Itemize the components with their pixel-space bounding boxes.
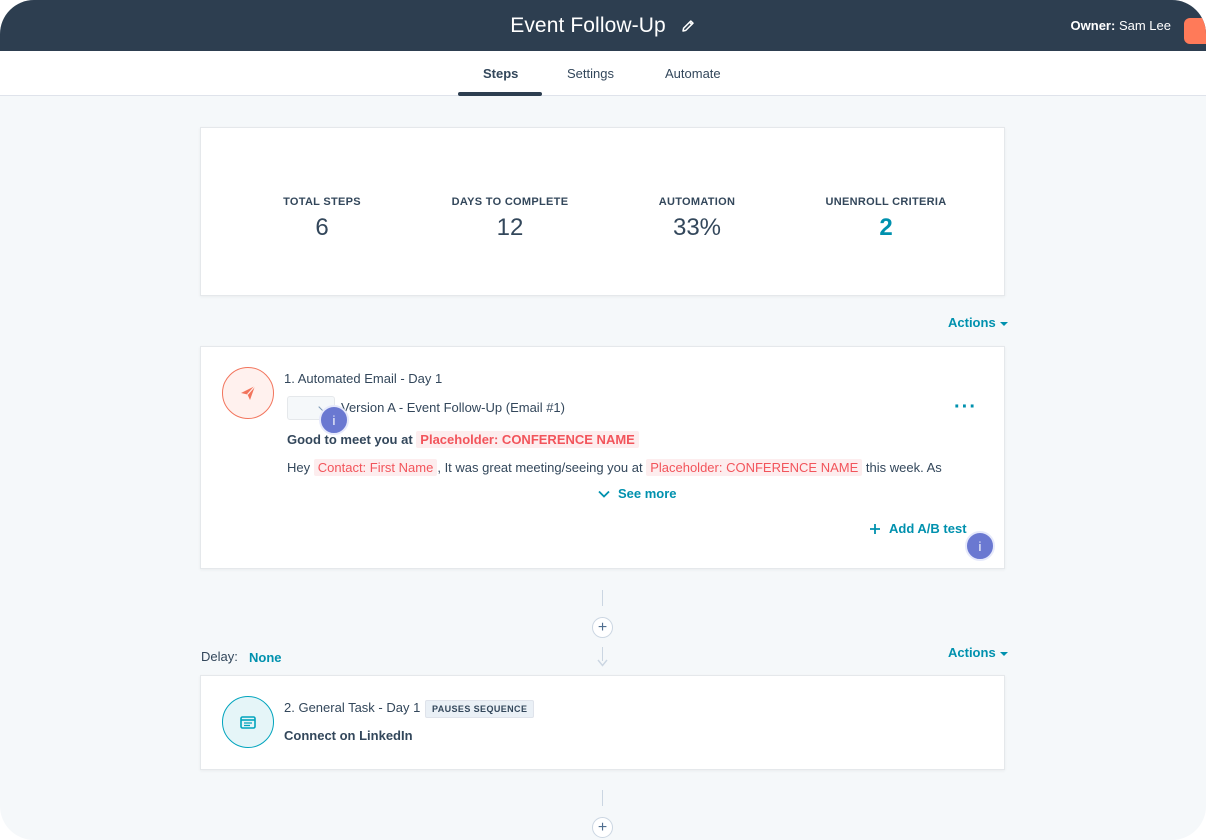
stat-label: DAYS TO COMPLETE — [451, 196, 569, 208]
stat-value[interactable]: 2 — [801, 214, 971, 242]
add-step-button[interactable]: + — [592, 817, 613, 838]
see-more-label: See more — [618, 486, 677, 501]
body-text: , It was great meeting/seeing you at — [437, 460, 643, 475]
stat-label: UNENROLL CRITERIA — [825, 196, 947, 208]
actions-label: Actions — [948, 645, 996, 660]
tab-automate[interactable]: Automate — [665, 66, 721, 81]
add-step-button[interactable]: + — [592, 617, 613, 638]
more-options-icon[interactable]: ··· — [954, 397, 977, 417]
step-card-task: 2. General Task - Day 1 PAUSES SEQUENCE … — [200, 675, 1005, 770]
delay-label: Delay: — [201, 649, 238, 664]
task-name: Connect on LinkedIn — [284, 728, 413, 743]
subject-text: Good to meet you at — [287, 432, 413, 447]
tab-steps[interactable]: Steps — [483, 66, 518, 81]
info-icon[interactable]: i — [965, 531, 995, 561]
top-header: Event Follow-Up Owner: Sam Lee — [0, 0, 1206, 51]
email-body-preview: Hey Contact: First Name, It was great me… — [287, 459, 942, 476]
stat-value: 12 — [496, 214, 524, 241]
ab-test-label: Add A/B test — [889, 521, 967, 536]
caret-down-icon — [999, 651, 1008, 656]
app-frame: Event Follow-Up Owner: Sam Lee Steps Set… — [0, 0, 1206, 840]
email-subject: Good to meet you at Placeholder: CONFERE… — [287, 431, 639, 448]
stat-value: 33% — [672, 214, 722, 241]
paper-plane-icon — [241, 385, 256, 400]
version-name[interactable]: Version A - Event Follow-Up (Email #1) — [341, 400, 565, 415]
owner-label: Owner: — [1070, 18, 1116, 33]
actions-label: Actions — [948, 315, 996, 330]
subject-placeholder-token: Placeholder: CONFERENCE NAME — [416, 431, 639, 448]
stat-unenroll-criteria[interactable]: UNENROLL CRITERIA 2 — [801, 196, 971, 242]
edit-pencil-icon[interactable] — [680, 18, 696, 34]
task-step-icon — [222, 696, 274, 748]
task-icon — [240, 716, 256, 729]
stat-value: 6 — [315, 214, 329, 241]
stat-days-to-complete: DAYS TO COMPLETE 12 — [425, 196, 595, 242]
tab-bar: Steps Settings Automate — [0, 51, 1206, 96]
see-more-link[interactable]: See more — [598, 486, 677, 501]
contact-first-name-token: Contact: First Name — [313, 459, 438, 476]
stats-card: TOTAL STEPS 6 DAYS TO COMPLETE 12 AUTOMA… — [200, 127, 1005, 296]
conference-name-token: Placeholder: CONFERENCE NAME — [646, 459, 863, 476]
delay-value[interactable]: None — [249, 650, 282, 665]
body-text: this week. As — [865, 460, 942, 475]
step-title: 1. Automated Email - Day 1 — [284, 371, 443, 386]
caret-down-icon — [999, 321, 1008, 326]
chevron-down-icon — [598, 490, 610, 498]
stat-automation: AUTOMATION 33% — [612, 196, 782, 242]
plus-icon — [870, 523, 880, 534]
arrow-down-icon — [597, 659, 608, 667]
title-wrap: Event Follow-Up — [0, 0, 1206, 51]
stat-total-steps: TOTAL STEPS 6 — [237, 196, 407, 242]
actions-dropdown-2[interactable]: Actions — [948, 645, 1008, 660]
step-card-email: 1. Automated Email - Day 1 Version A - E… — [200, 346, 1005, 569]
connector-line — [602, 590, 603, 606]
owner-name: Sam Lee — [1118, 18, 1171, 33]
connector-line — [602, 790, 603, 806]
notification-chip[interactable] — [1184, 18, 1206, 44]
body-text: Hey — [287, 460, 311, 475]
tab-settings[interactable]: Settings — [567, 66, 614, 81]
step-title: 2. General Task - Day 1 — [284, 700, 421, 715]
stat-label: AUTOMATION — [658, 196, 736, 208]
pauses-sequence-badge: PAUSES SEQUENCE — [425, 700, 535, 718]
actions-dropdown-1[interactable]: Actions — [948, 315, 1008, 330]
sequence-title: Event Follow-Up — [510, 13, 666, 37]
active-tab-indicator — [458, 92, 542, 96]
owner-info[interactable]: Owner: Sam Lee — [1071, 18, 1171, 33]
stat-label: TOTAL STEPS — [283, 196, 361, 208]
email-step-icon — [222, 367, 274, 419]
add-ab-test-button[interactable]: Add A/B test — [869, 521, 967, 536]
